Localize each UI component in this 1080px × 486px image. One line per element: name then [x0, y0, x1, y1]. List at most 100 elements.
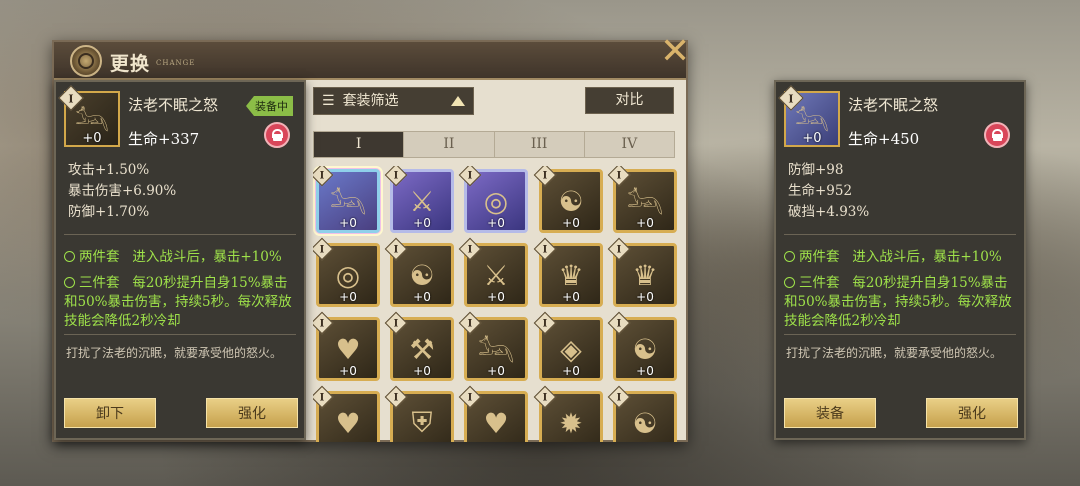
set-filter-dropdown[interactable]: ☰ 套装筛选 [313, 87, 474, 115]
rank-marker: I [778, 85, 804, 111]
equipment-slot[interactable]: I ⚒ +0 [384, 311, 454, 381]
rank-marker: I [607, 311, 631, 335]
serpent-emblem-icon: ◎ [335, 258, 361, 292]
equipped-badge: 装备中 [246, 96, 293, 116]
equipment-slot[interactable]: I ☯ +0 [533, 166, 603, 233]
item-level: +0 [636, 290, 654, 304]
hammer-emblem-icon: ⚒ [409, 332, 435, 366]
sword-emblem-icon: ⚔ [483, 258, 509, 292]
yinyang-emblem-icon: ☯ [409, 258, 435, 292]
main-stat: 生命+337 [128, 130, 200, 148]
item-level: +0 [487, 290, 505, 304]
rank-marker: I [313, 311, 334, 335]
tab-slot-3[interactable]: III [495, 132, 585, 157]
rank-marker: I [384, 311, 408, 335]
item-level: +0 [487, 216, 505, 230]
equipment-slot[interactable]: I ♥ [458, 385, 528, 442]
item-level: +0 [636, 216, 654, 230]
serpent-emblem-icon: ◎ [483, 184, 509, 218]
substat-list: 攻击+1.50% 暴击伤害+6.90% 防御+1.70% [68, 160, 176, 223]
tab-slot-2[interactable]: II [404, 132, 495, 157]
equipment-slot[interactable]: I ✹ [533, 385, 603, 442]
cards-emblem-icon: ♥ [335, 406, 361, 440]
dynamite-emblem-icon: ✹ [559, 406, 583, 440]
selected-item-slot: I 𓃢 +0 [778, 85, 840, 147]
divider [784, 334, 1016, 335]
equipment-slot[interactable]: I ♛ +0 [607, 237, 677, 307]
rank-marker: I [458, 311, 482, 335]
equipment-slot[interactable]: I ⚔ +0 [384, 166, 454, 233]
item-level: +0 [339, 364, 357, 378]
yinyang-emblem-icon: ☯ [632, 332, 658, 366]
equipment-grid: I 𓃢 +0 I ⚔ +0 I ◎ +0 I ☯ +0 I 𓃢 +0 I ◎ +0 I ☯ +0 I ⚔ +0 I ♛ +0 I ♛ +0… [313, 166, 679, 442]
rank-marker: I [384, 237, 408, 261]
jade-mask-emblem-icon: ♛ [558, 258, 584, 292]
equipment-slot[interactable]: I ⛨ [384, 385, 454, 442]
equip-button[interactable]: 装备 [784, 398, 876, 428]
flavor-text: 打扰了法老的沉眠，就要承受他的怒火。 [786, 346, 1003, 360]
equipment-slot[interactable]: I ♥ +0 [313, 311, 380, 381]
item-level: +0 [413, 216, 431, 230]
equipment-slot[interactable]: I ⚔ +0 [458, 237, 528, 307]
tab-slot-1[interactable]: I [314, 132, 405, 157]
check-circle-icon [64, 251, 75, 262]
item-level: +0 [802, 131, 822, 146]
item-name: 法老不眠之怒 [128, 96, 219, 114]
lock-icon[interactable] [984, 122, 1010, 148]
equipment-slot[interactable]: I 𓃢 +0 [458, 311, 528, 381]
equipment-slot[interactable]: I ◎ +0 [313, 237, 380, 307]
equipment-slot[interactable]: I ◈ +0 [533, 311, 603, 381]
substat: 防御+98 [788, 162, 844, 178]
main-stat: 生命+450 [848, 130, 920, 148]
item-level: +0 [82, 131, 102, 146]
compare-button[interactable]: 对比 [585, 87, 674, 114]
yinyang-emblem-icon: ☯ [632, 406, 658, 440]
rank-marker: I [313, 237, 334, 261]
item-level: +0 [339, 216, 357, 230]
check-circle-icon [64, 277, 75, 288]
shield-emblem-icon: ⛨ [411, 406, 433, 439]
set-filter-label: 套装筛选 [342, 93, 399, 109]
cards-emblem-icon: ♥ [335, 332, 361, 366]
equipment-slot[interactable]: I 𓃢 +0 [607, 166, 677, 233]
equipment-slot[interactable]: I ♥ [313, 385, 380, 442]
equipment-slot[interactable]: I ☯ [607, 385, 677, 442]
close-icon[interactable]: ✕ [660, 34, 690, 70]
jade-mask-emblem-icon: ♛ [632, 258, 658, 292]
rank-marker: I [533, 385, 557, 409]
tab-slot-4[interactable]: IV [585, 132, 674, 157]
rank-marker: I [458, 166, 482, 187]
rank-marker: I [607, 166, 631, 187]
enhance-button[interactable]: 强化 [206, 398, 298, 428]
enhance-button[interactable]: 强化 [926, 398, 1018, 428]
divider [64, 334, 296, 335]
rank-marker: I [533, 237, 557, 261]
equipment-slot[interactable]: I ☯ +0 [384, 237, 454, 307]
window-titlebar: 更换 CHANGE [54, 42, 686, 80]
rank-marker: I [607, 385, 631, 409]
rank-marker: I [384, 385, 408, 409]
equipment-slot[interactable]: I ☯ +0 [607, 311, 677, 381]
divider [64, 234, 296, 235]
item-level: +0 [413, 364, 431, 378]
equipment-slot[interactable]: I ◎ +0 [458, 166, 528, 233]
substat-list: 防御+98 生命+952 破挡+4.93% [788, 160, 869, 223]
window-emblem-icon [70, 45, 102, 77]
equipment-slot[interactable]: I 𓃢 +0 [313, 166, 383, 236]
divider [784, 234, 1016, 235]
item-level: +0 [636, 364, 654, 378]
equipment-slot[interactable]: I ♛ +0 [533, 237, 603, 307]
lock-icon[interactable] [264, 122, 290, 148]
jade-disc-emblem-icon: ◈ [560, 332, 582, 366]
equipped-item-slot: I 𓃢 +0 [58, 85, 120, 147]
unequip-button[interactable]: 卸下 [64, 398, 156, 428]
substat: 防御+1.70% [68, 204, 150, 220]
item-name: 法老不眠之怒 [848, 96, 939, 114]
rank-marker: I [607, 237, 631, 261]
flavor-text: 打扰了法老的沉眠，就要承受他的怒火。 [66, 346, 283, 360]
triangle-up-icon [451, 96, 465, 106]
rank-marker: I [458, 237, 482, 261]
item-level: +0 [562, 216, 580, 230]
selected-item-card: I 𓃢 +0 法老不眠之怒 生命+450 防御+98 生命+952 破挡+4.9… [774, 80, 1026, 440]
check-circle-icon [784, 251, 795, 262]
